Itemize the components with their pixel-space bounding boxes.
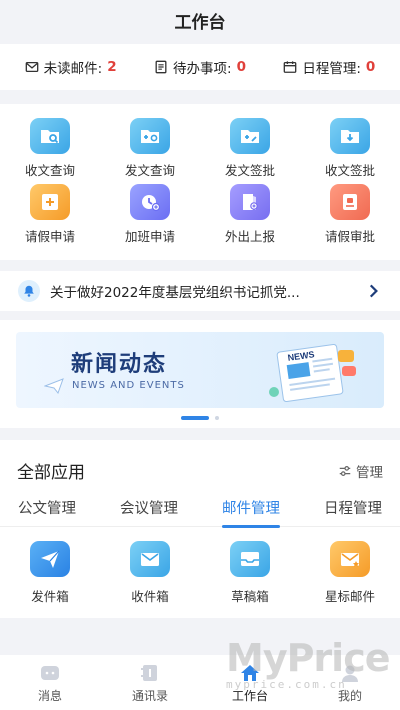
quick-actions-panel: 收文查询 发文查询 发文签批 收文签批 请假申请 加班申请 外出上报 请假审批 [0,104,400,260]
stat-label: 日程管理: [302,61,361,77]
top-bar: 工作台 [0,0,400,40]
app-label: 星标邮件 [324,589,375,604]
quick-action-outing-report[interactable]: 外出上报 [200,184,300,250]
app-label: 收件箱 [131,589,169,604]
app-drafts[interactable]: 草稿箱 [200,541,300,605]
paper-plane-icon [30,541,70,577]
app-category-tabs: 公文管理 会议管理 邮件管理 日程管理 [0,483,400,528]
app-label: 发件箱 [31,589,69,604]
stat-schedule[interactable]: 日程管理: 0 [283,57,375,77]
drafts-icon [230,541,270,577]
contacts-icon [141,664,157,681]
app-label: 草稿箱 [231,589,269,604]
nav-mine[interactable]: 我的 [300,655,400,710]
quick-action-label: 发文查询 [124,163,175,178]
manage-label: 管理 [356,464,383,481]
leave-request-icon [30,184,70,220]
home-icon [241,664,259,681]
nav-messages[interactable]: 消息 [0,655,100,710]
all-apps-section: 全部应用 管理 公文管理 会议管理 邮件管理 日程管理 发件箱 收件箱 草稿箱 … [0,440,400,618]
user-icon [342,665,358,682]
quick-action-received-doc-sign[interactable]: 收文签批 [300,118,400,184]
quick-action-sent-doc-query[interactable]: 发文查询 [100,118,200,184]
page-title: 工作台 [174,12,226,33]
manage-button[interactable]: 管理 [338,461,383,481]
quick-action-label: 加班申请 [124,229,175,244]
quick-action-label: 请假申请 [24,229,75,244]
quick-action-received-doc-query[interactable]: 收文查询 [0,118,100,184]
stat-todo[interactable]: 待办事项: 0 [154,57,246,77]
stat-count: 2 [107,59,117,75]
newspaper-icon: NEWS [269,343,356,403]
notice-text: 关于做好2022年度基层党组织书记抓党... [50,285,300,301]
folder-download-icon [330,118,370,154]
book-add-icon [230,184,270,220]
message-icon [41,665,59,680]
carousel-indicator [0,416,400,420]
nav-label: 工作台 [231,688,268,703]
tab-mail[interactable]: 邮件管理 [222,493,280,528]
stat-label: 未读邮件: [43,61,103,77]
apps-title: 全部应用 [17,463,85,483]
news-banner[interactable]: 新闻动态 NEWS AND EVENTS NEWS [16,332,384,408]
sliders-icon [339,465,351,476]
approval-icon [330,184,370,220]
quick-action-leave-request[interactable]: 请假申请 [0,184,100,250]
stat-unread-mail[interactable]: 未读邮件: 2 [25,57,117,77]
banner-section: 新闻动态 NEWS AND EVENTS NEWS [0,320,400,428]
nav-workbench[interactable]: 工作台 [200,655,300,710]
nav-contacts[interactable]: 通讯录 [100,655,200,710]
mail-icon [25,61,39,73]
quick-action-label: 收文查询 [24,163,75,178]
todo-list-icon [155,60,167,74]
bottom-nav: 消息 通讯录 工作台 我的 [0,655,400,710]
quick-action-overtime-request[interactable]: 加班申请 [100,184,200,250]
carousel-dot-active[interactable] [181,416,209,420]
chevron-right-icon [369,284,378,298]
stat-count: 0 [236,59,246,75]
folder-search-icon [30,118,70,154]
tab-meetings[interactable]: 会议管理 [120,493,178,526]
stats-bar: 未读邮件: 2 待办事项: 0 日程管理: 0 [0,44,400,90]
banner-subtitle: NEWS AND EVENTS [72,380,185,391]
tab-documents[interactable]: 公文管理 [18,493,76,526]
folder-sign-icon [230,118,270,154]
carousel-dot[interactable] [215,416,219,420]
stat-count: 0 [365,59,376,75]
bell-icon [18,280,40,302]
notice-bar[interactable]: 关于做好2022年度基层党组织书记抓党... [0,271,400,311]
calendar-icon [283,61,297,73]
inbox-icon [130,541,170,577]
stat-label: 待办事项: [173,61,232,77]
app-starred-mail[interactable]: 星标邮件 [300,541,400,605]
banner-title: 新闻动态 [71,352,168,377]
nav-label: 我的 [337,688,362,703]
quick-action-leave-approval[interactable]: 请假审批 [300,184,400,250]
app-outbox[interactable]: 发件箱 [0,541,100,605]
paper-plane-icon [44,378,64,394]
star-mail-icon [330,541,370,577]
tab-schedule[interactable]: 日程管理 [324,493,382,526]
nav-label: 通讯录 [131,688,168,703]
quick-action-label: 发文签批 [224,163,275,178]
folder-search-icon [130,118,170,154]
quick-action-label: 外出上报 [224,229,275,244]
overtime-icon [130,184,170,220]
nav-label: 消息 [37,688,62,703]
app-inbox[interactable]: 收件箱 [100,541,200,605]
quick-action-label: 请假审批 [324,229,375,244]
quick-action-sent-doc-sign[interactable]: 发文签批 [200,118,300,184]
quick-action-label: 收文签批 [324,163,375,178]
